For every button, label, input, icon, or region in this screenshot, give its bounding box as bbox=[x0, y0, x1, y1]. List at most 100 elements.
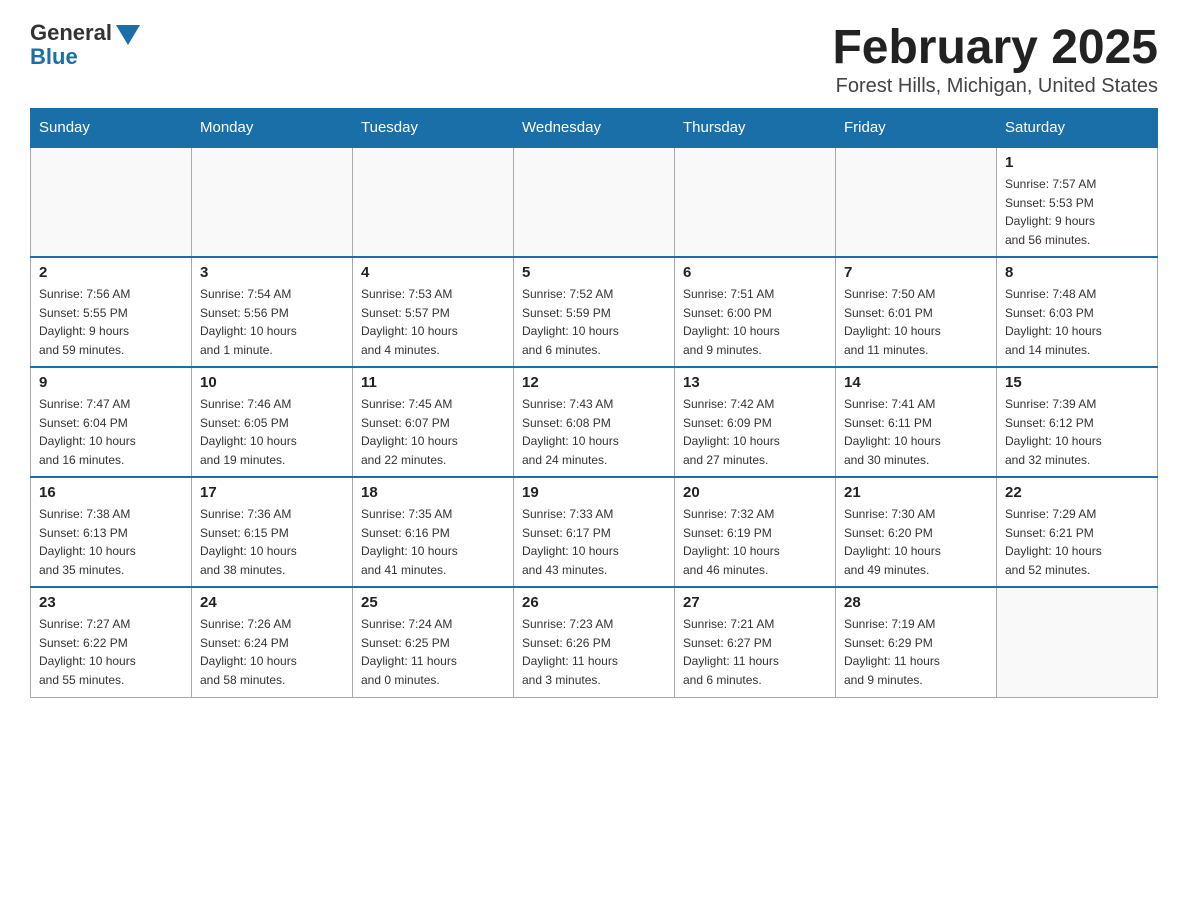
day-info: Sunrise: 7:46 AM Sunset: 6:05 PM Dayligh… bbox=[200, 395, 344, 469]
calendar-cell: 13 Sunrise: 7:42 AM Sunset: 6:09 PM Dayli… bbox=[675, 367, 836, 477]
day-info: Sunrise: 7:54 AM Sunset: 5:56 PM Dayligh… bbox=[200, 285, 344, 359]
calendar-cell: 7 Sunrise: 7:50 AM Sunset: 6:01 PM Daylig… bbox=[836, 257, 997, 367]
calendar-subtitle: Forest Hills, Michigan, United States bbox=[832, 75, 1158, 98]
calendar-cell: 6 Sunrise: 7:51 AM Sunset: 6:00 PM Daylig… bbox=[675, 257, 836, 367]
day-number: 21 bbox=[844, 484, 988, 501]
calendar-cell: 22 Sunrise: 7:29 AM Sunset: 6:21 PM Dayli… bbox=[997, 477, 1158, 587]
day-number: 1 bbox=[1005, 154, 1149, 171]
calendar-header-thursday: Thursday bbox=[675, 109, 836, 148]
calendar-cell: 24 Sunrise: 7:26 AM Sunset: 6:24 PM Dayli… bbox=[192, 587, 353, 697]
calendar-cell: 20 Sunrise: 7:32 AM Sunset: 6:19 PM Dayli… bbox=[675, 477, 836, 587]
day-number: 25 bbox=[361, 594, 505, 611]
day-number: 6 bbox=[683, 264, 827, 281]
day-number: 24 bbox=[200, 594, 344, 611]
calendar-cell: 2Sunrise: 7:56 AM Sunset: 5:55 PM Daylig… bbox=[31, 257, 192, 367]
day-info: Sunrise: 7:41 AM Sunset: 6:11 PM Dayligh… bbox=[844, 395, 988, 469]
day-info: Sunrise: 7:27 AM Sunset: 6:22 PM Dayligh… bbox=[39, 615, 183, 689]
calendar-cell bbox=[997, 587, 1158, 697]
day-info: Sunrise: 7:50 AM Sunset: 6:01 PM Dayligh… bbox=[844, 285, 988, 359]
day-number: 11 bbox=[361, 374, 505, 391]
day-info: Sunrise: 7:52 AM Sunset: 5:59 PM Dayligh… bbox=[522, 285, 666, 359]
calendar-cell bbox=[31, 147, 192, 257]
day-number: 19 bbox=[522, 484, 666, 501]
calendar-cell: 15 Sunrise: 7:39 AM Sunset: 6:12 PM Dayli… bbox=[997, 367, 1158, 477]
calendar-cell: 17 Sunrise: 7:36 AM Sunset: 6:15 PM Dayli… bbox=[192, 477, 353, 587]
logo-triangle-icon bbox=[116, 25, 140, 45]
calendar-cell bbox=[514, 147, 675, 257]
calendar-cell: 28Sunrise: 7:19 AM Sunset: 6:29 PM Dayli… bbox=[836, 587, 997, 697]
calendar-cell: 11 Sunrise: 7:45 AM Sunset: 6:07 PM Dayli… bbox=[353, 367, 514, 477]
day-info: Sunrise: 7:19 AM Sunset: 6:29 PM Dayligh… bbox=[844, 615, 988, 689]
calendar-header-tuesday: Tuesday bbox=[353, 109, 514, 148]
day-info: Sunrise: 7:38 AM Sunset: 6:13 PM Dayligh… bbox=[39, 505, 183, 579]
title-block: February 2025 Forest Hills, Michigan, Un… bbox=[832, 20, 1158, 98]
logo: General Blue bbox=[30, 20, 140, 70]
logo-general-text: General bbox=[30, 20, 112, 46]
day-number: 20 bbox=[683, 484, 827, 501]
calendar-header-friday: Friday bbox=[836, 109, 997, 148]
calendar-header-monday: Monday bbox=[192, 109, 353, 148]
day-number: 10 bbox=[200, 374, 344, 391]
day-info: Sunrise: 7:29 AM Sunset: 6:21 PM Dayligh… bbox=[1005, 505, 1149, 579]
calendar-week-row: 1 Sunrise: 7:57 AM Sunset: 5:53 PM Daylig… bbox=[31, 147, 1158, 257]
calendar-title: February 2025 bbox=[832, 20, 1158, 75]
day-info: Sunrise: 7:21 AM Sunset: 6:27 PM Dayligh… bbox=[683, 615, 827, 689]
day-number: 3 bbox=[200, 264, 344, 281]
calendar-cell: 21 Sunrise: 7:30 AM Sunset: 6:20 PM Dayli… bbox=[836, 477, 997, 587]
day-number: 22 bbox=[1005, 484, 1149, 501]
calendar-header-row: SundayMondayTuesdayWednesdayThursdayFrid… bbox=[31, 109, 1158, 148]
calendar-cell: 9Sunrise: 7:47 AM Sunset: 6:04 PM Daylig… bbox=[31, 367, 192, 477]
calendar-cell: 10 Sunrise: 7:46 AM Sunset: 6:05 PM Dayli… bbox=[192, 367, 353, 477]
day-number: 7 bbox=[844, 264, 988, 281]
day-info: Sunrise: 7:48 AM Sunset: 6:03 PM Dayligh… bbox=[1005, 285, 1149, 359]
calendar-cell: 27 Sunrise: 7:21 AM Sunset: 6:27 PM Dayli… bbox=[675, 587, 836, 697]
calendar-cell: 14 Sunrise: 7:41 AM Sunset: 6:11 PM Dayli… bbox=[836, 367, 997, 477]
calendar-cell: 12Sunrise: 7:43 AM Sunset: 6:08 PM Dayli… bbox=[514, 367, 675, 477]
day-info: Sunrise: 7:57 AM Sunset: 5:53 PM Dayligh… bbox=[1005, 175, 1149, 249]
calendar-cell: 4 Sunrise: 7:53 AM Sunset: 5:57 PM Daylig… bbox=[353, 257, 514, 367]
day-number: 2 bbox=[39, 264, 183, 281]
day-number: 12 bbox=[522, 374, 666, 391]
day-info: Sunrise: 7:47 AM Sunset: 6:04 PM Dayligh… bbox=[39, 395, 183, 469]
calendar-cell: 8 Sunrise: 7:48 AM Sunset: 6:03 PM Daylig… bbox=[997, 257, 1158, 367]
day-info: Sunrise: 7:33 AM Sunset: 6:17 PM Dayligh… bbox=[522, 505, 666, 579]
day-number: 4 bbox=[361, 264, 505, 281]
day-info: Sunrise: 7:24 AM Sunset: 6:25 PM Dayligh… bbox=[361, 615, 505, 689]
day-number: 27 bbox=[683, 594, 827, 611]
day-info: Sunrise: 7:45 AM Sunset: 6:07 PM Dayligh… bbox=[361, 395, 505, 469]
day-info: Sunrise: 7:23 AM Sunset: 6:26 PM Dayligh… bbox=[522, 615, 666, 689]
calendar-header-sunday: Sunday bbox=[31, 109, 192, 148]
calendar-week-row: 9Sunrise: 7:47 AM Sunset: 6:04 PM Daylig… bbox=[31, 367, 1158, 477]
day-number: 8 bbox=[1005, 264, 1149, 281]
calendar-table: SundayMondayTuesdayWednesdayThursdayFrid… bbox=[30, 108, 1158, 698]
day-number: 17 bbox=[200, 484, 344, 501]
calendar-cell: 19 Sunrise: 7:33 AM Sunset: 6:17 PM Dayli… bbox=[514, 477, 675, 587]
calendar-cell bbox=[675, 147, 836, 257]
calendar-header-wednesday: Wednesday bbox=[514, 109, 675, 148]
calendar-cell: 16Sunrise: 7:38 AM Sunset: 6:13 PM Dayli… bbox=[31, 477, 192, 587]
day-info: Sunrise: 7:53 AM Sunset: 5:57 PM Dayligh… bbox=[361, 285, 505, 359]
day-info: Sunrise: 7:42 AM Sunset: 6:09 PM Dayligh… bbox=[683, 395, 827, 469]
day-info: Sunrise: 7:30 AM Sunset: 6:20 PM Dayligh… bbox=[844, 505, 988, 579]
calendar-cell: 25 Sunrise: 7:24 AM Sunset: 6:25 PM Dayli… bbox=[353, 587, 514, 697]
calendar-cell bbox=[353, 147, 514, 257]
calendar-cell: 5 Sunrise: 7:52 AM Sunset: 5:59 PM Daylig… bbox=[514, 257, 675, 367]
day-info: Sunrise: 7:39 AM Sunset: 6:12 PM Dayligh… bbox=[1005, 395, 1149, 469]
calendar-cell bbox=[192, 147, 353, 257]
day-info: Sunrise: 7:51 AM Sunset: 6:00 PM Dayligh… bbox=[683, 285, 827, 359]
calendar-cell: 3 Sunrise: 7:54 AM Sunset: 5:56 PM Daylig… bbox=[192, 257, 353, 367]
calendar-cell: 26 Sunrise: 7:23 AM Sunset: 6:26 PM Dayli… bbox=[514, 587, 675, 697]
calendar-week-row: 2Sunrise: 7:56 AM Sunset: 5:55 PM Daylig… bbox=[31, 257, 1158, 367]
day-number: 15 bbox=[1005, 374, 1149, 391]
day-info: Sunrise: 7:32 AM Sunset: 6:19 PM Dayligh… bbox=[683, 505, 827, 579]
day-info: Sunrise: 7:26 AM Sunset: 6:24 PM Dayligh… bbox=[200, 615, 344, 689]
day-number: 26 bbox=[522, 594, 666, 611]
day-info: Sunrise: 7:36 AM Sunset: 6:15 PM Dayligh… bbox=[200, 505, 344, 579]
day-number: 5 bbox=[522, 264, 666, 281]
day-info: Sunrise: 7:35 AM Sunset: 6:16 PM Dayligh… bbox=[361, 505, 505, 579]
day-number: 23 bbox=[39, 594, 183, 611]
day-number: 13 bbox=[683, 374, 827, 391]
calendar-week-row: 16Sunrise: 7:38 AM Sunset: 6:13 PM Dayli… bbox=[31, 477, 1158, 587]
calendar-week-row: 23 Sunrise: 7:27 AM Sunset: 6:22 PM Dayli… bbox=[31, 587, 1158, 697]
day-number: 14 bbox=[844, 374, 988, 391]
